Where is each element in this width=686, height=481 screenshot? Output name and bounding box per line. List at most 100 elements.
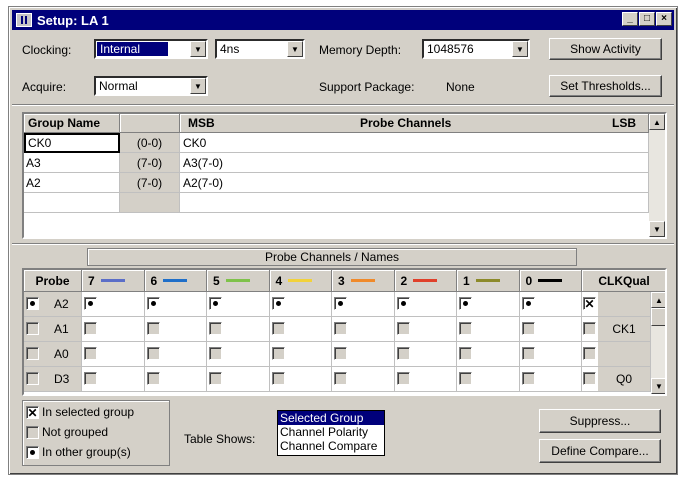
probe-row-cell[interactable]: D3 — [24, 367, 82, 392]
channel-cell[interactable] — [457, 342, 520, 367]
group-channels-cell-empty[interactable] — [180, 193, 649, 213]
channel-cell[interactable] — [207, 317, 270, 342]
channel-cell[interactable] — [394, 292, 457, 317]
define-compare-button[interactable]: Define Compare... — [539, 439, 661, 463]
channel-cell[interactable] — [519, 367, 582, 392]
maximize-button[interactable]: □ — [639, 12, 655, 26]
channel-cell[interactable] — [394, 367, 457, 392]
not-grouped-checkbox[interactable] — [84, 347, 97, 360]
group-name-cell[interactable]: CK0 — [24, 133, 120, 153]
channel-cell[interactable] — [519, 342, 582, 367]
channel-cell[interactable] — [332, 367, 395, 392]
channel-cell[interactable] — [207, 292, 270, 317]
groups-scrollbar[interactable]: ▲ ▼ — [649, 114, 665, 237]
not-grouped-checkbox[interactable] — [209, 322, 222, 335]
scroll-up-icon[interactable]: ▲ — [649, 114, 665, 130]
group-channels-cell[interactable]: A3(7-0) — [180, 153, 649, 173]
show-activity-button[interactable]: Show Activity — [549, 38, 662, 60]
clock-period-select[interactable]: 4ns ▼ — [215, 39, 305, 59]
chevron-down-icon[interactable]: ▼ — [287, 41, 303, 57]
not-grouped-checkbox[interactable] — [26, 322, 39, 335]
channel-cell[interactable] — [332, 292, 395, 317]
scroll-down-icon[interactable]: ▼ — [651, 378, 665, 394]
clocking-select[interactable]: Internal ▼ — [94, 39, 208, 59]
channel-cell[interactable] — [269, 292, 332, 317]
not-grouped-checkbox[interactable] — [209, 347, 222, 360]
channel-cell[interactable] — [332, 342, 395, 367]
not-grouped-checkbox[interactable] — [271, 372, 285, 385]
group-name-cell[interactable]: A3 — [24, 153, 120, 173]
in-other-group-checkbox[interactable] — [521, 297, 535, 310]
clkqual-cell[interactable]: CK1 — [582, 317, 651, 342]
channel-cell[interactable] — [207, 367, 270, 392]
scroll-thumb[interactable] — [651, 308, 665, 326]
probe-row-cell[interactable]: A2 — [24, 292, 82, 317]
not-grouped-checkbox[interactable] — [146, 347, 160, 360]
group-name-cell-empty[interactable] — [24, 193, 120, 213]
channel-cell[interactable] — [394, 342, 457, 367]
not-grouped-checkbox[interactable] — [521, 347, 535, 360]
not-grouped-checkbox[interactable] — [583, 372, 596, 385]
group-name-cell[interactable]: A2 — [24, 173, 120, 193]
not-grouped-checkbox[interactable] — [26, 347, 39, 360]
chevron-down-icon[interactable]: ▼ — [190, 41, 206, 57]
channel-cell[interactable] — [82, 367, 145, 392]
not-grouped-checkbox[interactable] — [334, 372, 347, 385]
probe-row-cell[interactable]: A1 — [24, 317, 82, 342]
channel-cell[interactable] — [457, 292, 520, 317]
groups-table[interactable]: Group Name MSB Probe Channels LSB CK0 (0… — [22, 112, 667, 239]
in-other-group-checkbox[interactable] — [209, 297, 222, 310]
chevron-down-icon[interactable]: ▼ — [190, 78, 206, 94]
clkqual-cell[interactable]: Q0 — [582, 367, 651, 392]
not-grouped-checkbox[interactable] — [26, 372, 39, 385]
not-grouped-checkbox[interactable] — [146, 372, 160, 385]
not-grouped-checkbox[interactable] — [209, 372, 222, 385]
scroll-up-icon[interactable]: ▲ — [651, 292, 665, 308]
not-grouped-checkbox[interactable] — [146, 322, 160, 335]
group-channels-cell[interactable]: A2(7-0) — [180, 173, 649, 193]
close-button[interactable]: × — [656, 12, 672, 26]
channel-cell[interactable] — [144, 367, 207, 392]
clkqual-cell[interactable]: ✕ — [582, 292, 651, 317]
probe-table[interactable]: Probe 7 6 5 4 3 2 1 0 CLKQual A2 ✕ A1 CK1 A0 D3 Q0 ▲ … — [22, 268, 667, 396]
not-grouped-checkbox[interactable] — [396, 372, 410, 385]
channel-cell[interactable] — [457, 317, 520, 342]
minimize-button[interactable]: _ — [622, 12, 638, 26]
group-name-header[interactable]: Group Name — [24, 114, 120, 133]
suppress-button[interactable]: Suppress... — [539, 409, 661, 433]
in-other-group-checkbox[interactable] — [26, 297, 39, 310]
channel-cell[interactable] — [144, 342, 207, 367]
table-shows-option[interactable]: Channel Polarity — [278, 425, 384, 439]
not-grouped-checkbox[interactable] — [334, 322, 347, 335]
group-channels-cell[interactable]: CK0 — [180, 133, 649, 153]
clkqual-cell[interactable] — [582, 342, 651, 367]
probe-scrollbar[interactable]: ▲ ▼ — [651, 292, 665, 394]
not-grouped-checkbox[interactable] — [84, 322, 97, 335]
channel-cell[interactable] — [457, 367, 520, 392]
in-other-group-checkbox[interactable] — [84, 297, 97, 310]
table-shows-list[interactable]: Selected Group Channel Polarity Channel Co… — [277, 410, 385, 456]
channel-cell[interactable] — [269, 317, 332, 342]
channel-cell[interactable] — [82, 317, 145, 342]
in-other-group-checkbox[interactable] — [334, 297, 347, 310]
in-other-group-checkbox[interactable] — [459, 297, 472, 310]
table-shows-option[interactable]: Channel Compare — [278, 439, 384, 453]
not-grouped-checkbox[interactable] — [271, 347, 285, 360]
in-selected-group-checkbox[interactable]: ✕ — [583, 297, 596, 310]
not-grouped-checkbox[interactable] — [521, 372, 535, 385]
not-grouped-checkbox[interactable] — [583, 347, 596, 360]
channel-cell[interactable] — [269, 367, 332, 392]
not-grouped-checkbox[interactable] — [583, 322, 596, 335]
title-bar[interactable]: Setup: LA 1 _ □ × — [12, 10, 674, 30]
channel-cell[interactable] — [519, 317, 582, 342]
chevron-down-icon[interactable]: ▼ — [512, 41, 528, 57]
not-grouped-checkbox[interactable] — [396, 322, 410, 335]
channel-cell[interactable] — [519, 292, 582, 317]
channel-cell[interactable] — [207, 342, 270, 367]
set-thresholds-button[interactable]: Set Thresholds... — [549, 75, 662, 97]
not-grouped-checkbox[interactable] — [396, 347, 410, 360]
not-grouped-checkbox[interactable] — [334, 347, 347, 360]
scroll-down-icon[interactable]: ▼ — [649, 221, 665, 237]
table-shows-option[interactable]: Selected Group — [278, 411, 384, 425]
probe-row-cell[interactable]: A0 — [24, 342, 82, 367]
